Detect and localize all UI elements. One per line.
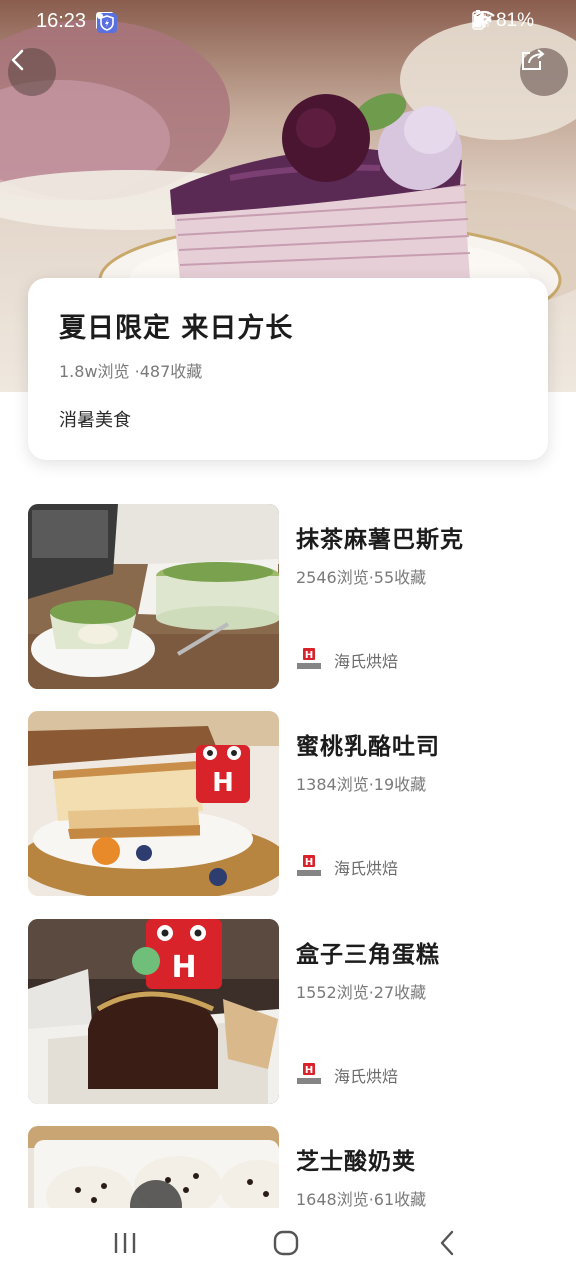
system-nav-bar — [0, 1208, 576, 1280]
home-icon — [273, 1230, 299, 1260]
brand-logo: H — [296, 855, 322, 879]
brand-logo: H — [296, 648, 322, 672]
share-button[interactable] — [520, 48, 568, 96]
recipe-item[interactable]: H 蜜桃乳酪吐司 1384浏览·19收藏 H 海氏烘焙 — [28, 711, 548, 896]
back-button[interactable] — [8, 48, 56, 96]
brand-name: 海氏烘焙 — [334, 652, 399, 671]
status-bar: 16:23 81% — [0, 0, 576, 46]
collection-info-card: 夏日限定 来日方长 1.8w浏览 ·487收藏 消暑美食 — [28, 278, 548, 460]
recent-apps-button[interactable] — [100, 1226, 150, 1264]
status-time: 16:23 — [36, 10, 87, 32]
recipe-brand[interactable]: H 海氏烘焙 — [296, 1063, 398, 1087]
collection-stats: 1.8w浏览 ·487收藏 — [59, 362, 203, 381]
svg-text:H: H — [212, 768, 234, 798]
battery-text: 81% — [495, 10, 534, 31]
recipe-stats: 1552浏览·27收藏 — [296, 983, 427, 1002]
recipe-title: 抹茶麻薯巴斯克 — [296, 527, 464, 553]
svg-text:H: H — [305, 650, 313, 661]
recipe-stats: 1384浏览·19收藏 — [296, 775, 427, 794]
recipe-title: 蜜桃乳酪吐司 — [296, 734, 440, 760]
screen: 16:23 81% 夏日限定 来日方长 1.8w浏览 ·487收藏 消暑美食 抹… — [0, 0, 576, 1280]
recipe-stats: 2546浏览·55收藏 — [296, 568, 427, 587]
collection-title: 夏日限定 来日方长 — [59, 313, 294, 344]
svg-text:H: H — [305, 1065, 313, 1076]
collection-tag[interactable]: 消暑美食 — [59, 406, 131, 432]
recipe-thumbnail — [28, 504, 279, 689]
recipe-item[interactable]: 抹茶麻薯巴斯克 2546浏览·55收藏 H 海氏烘焙 — [28, 504, 548, 689]
svg-text:H: H — [171, 950, 196, 985]
recent-apps-icon — [112, 1231, 138, 1259]
recipe-thumbnail: H — [28, 919, 279, 1104]
brand-name: 海氏烘焙 — [334, 1067, 399, 1086]
home-button[interactable] — [261, 1226, 311, 1264]
status-right-icons: 81% — [472, 10, 542, 32]
brand-name: 海氏烘焙 — [334, 859, 399, 878]
nav-back-button[interactable] — [423, 1226, 473, 1264]
back-icon — [438, 1230, 458, 1260]
brand-logo: H — [296, 1063, 322, 1087]
recipe-brand[interactable]: H 海氏烘焙 — [296, 855, 398, 879]
recipe-brand[interactable]: H 海氏烘焙 — [296, 648, 398, 672]
recipe-thumbnail: H — [28, 711, 279, 896]
recipe-title: 盒子三角蛋糕 — [296, 942, 440, 968]
svg-text:H: H — [305, 857, 313, 868]
recipe-stats: 1648浏览·61收藏 — [296, 1190, 427, 1209]
recipe-item[interactable]: H 盒子三角蛋糕 1552浏览·27收藏 H 海氏烘焙 — [28, 919, 548, 1104]
recipe-title: 芝士酸奶荚 — [296, 1149, 416, 1175]
